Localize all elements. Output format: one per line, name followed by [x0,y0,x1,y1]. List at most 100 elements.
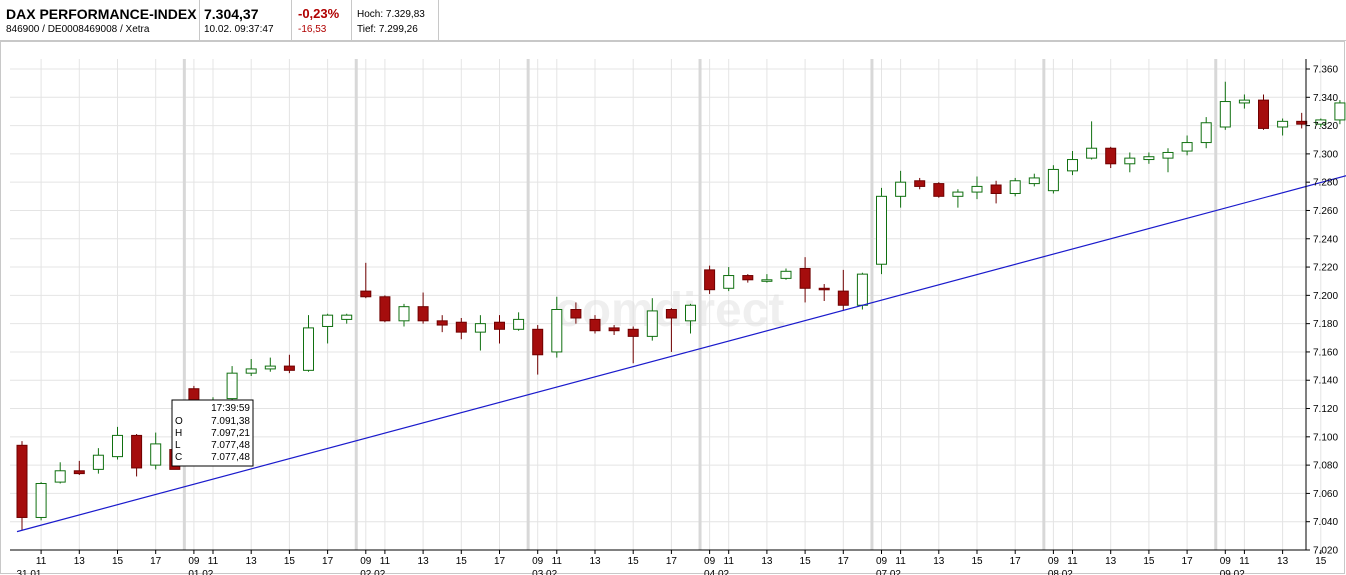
candle [780,268,792,280]
x-hour-label: 11 [895,556,906,567]
candle [1277,118,1289,136]
x-hour-label: 11 [724,556,735,567]
candle-body [1238,99,1250,104]
y-tick-label: 7.120 [1313,404,1338,415]
y-tick-label: 7.240 [1313,234,1338,245]
x-hour-label: 09 [360,556,372,567]
candle-body [780,270,792,279]
y-axis: 7.020 7.040 7.060 7.080 7.100 7.120 7.140 7.160… [1305,59,1338,557]
candle-body [1124,157,1136,165]
candle [226,366,238,401]
candle-body [589,318,601,332]
y-tick-label: 7.100 [1313,432,1338,443]
tooltip-close-key: C [175,452,182,463]
x-hour-label: 13 [933,556,945,567]
candle-body [73,470,85,475]
x-hour-label: 13 [418,556,430,567]
candle-body [799,267,811,289]
candle-body [1143,156,1155,161]
candle-body [1296,120,1308,125]
candle-body [1028,177,1040,185]
x-hour-label: 17 [494,556,506,567]
last-price: 7.304,37 [204,6,259,22]
candle [1086,121,1098,160]
candle-body [1277,120,1289,128]
candle-body [112,434,123,458]
tooltip-open-key: O [175,416,183,427]
instrument-ids: 846900 / DE0008469008 / Xetra [6,24,150,35]
candle-body [532,328,544,356]
x-hour-label: 11 [1067,556,1078,567]
y-tick-label: 7.220 [1313,263,1338,274]
day-high: Hoch: 7.329,83 [357,9,425,20]
candle-body [1086,147,1098,159]
x-hour-label: 17 [1182,556,1194,567]
x-hour-label: 11 [552,556,563,567]
x-hour-label: 11 [36,556,47,567]
candle [436,315,448,333]
candle-body [436,320,448,326]
x-hour-label: 17 [838,556,850,567]
x-day-label: 01.02. [188,569,216,575]
candle-body [264,365,276,370]
trendline[interactable] [16,155,1346,533]
candle [341,313,353,324]
candle-body [245,368,257,374]
y-tick-label: 7.300 [1313,149,1338,160]
y-tick-label: 7.260 [1313,206,1338,217]
candle-body [570,309,582,319]
y-tick-label: 7.180 [1313,319,1338,330]
y-tick-label: 7.080 [1313,461,1338,472]
candle-body [1047,168,1059,192]
candlestick-chart[interactable]: comdirect 7.0207.0407.0607.0807.1007.120… [0,41,1346,575]
candle [379,295,391,323]
x-hour-label: 15 [800,556,812,567]
candle [360,262,372,299]
candle-body [551,309,563,353]
price-datetime: 10.02. 09:37:47 [204,24,274,35]
x-hour-label: 15 [456,556,468,567]
candle-body [933,183,945,197]
candle-body [837,290,849,306]
y-tick-label: 7.340 [1313,93,1338,104]
candle-body [1258,99,1269,129]
candle-body [35,483,47,518]
trendline-layer [16,155,1346,533]
x-hour-label: 13 [589,556,601,567]
tooltip-low-key: L [175,440,181,451]
candle [150,432,162,470]
candle-body [16,444,28,518]
candle-body [1181,142,1193,152]
y-tick-label: 7.060 [1313,489,1338,500]
candle [723,267,735,292]
candle [417,292,429,324]
x-hour-label: 13 [246,556,258,567]
y-tick-label: 7.320 [1313,121,1338,132]
candle-body [283,365,295,371]
candle [494,315,505,344]
candle [131,433,143,477]
candle-body [92,454,104,470]
candle-body [455,321,467,333]
candle [322,313,334,344]
x-hour-label: 13 [74,556,86,567]
day-low: Tief: 7.299,26 [357,24,418,35]
candle [513,312,525,331]
candle-body [322,314,334,327]
x-hour-label: 15 [1143,556,1155,567]
candle [398,303,410,327]
range-cell: Hoch: 7.329,83 Tief: 7.299,26 [352,0,439,40]
candle-body [360,290,372,298]
candle-body [665,309,677,319]
candle [455,317,467,340]
x-hour-label: 09 [532,556,544,567]
x-hour-label: 13 [1105,556,1117,567]
candle [742,274,754,283]
candle [837,269,849,311]
candle [532,325,544,375]
candle-body [1219,101,1231,128]
candle [1124,152,1136,173]
candle [1067,151,1078,176]
y-tick-label: 7.200 [1313,291,1338,302]
candle [1028,173,1040,187]
